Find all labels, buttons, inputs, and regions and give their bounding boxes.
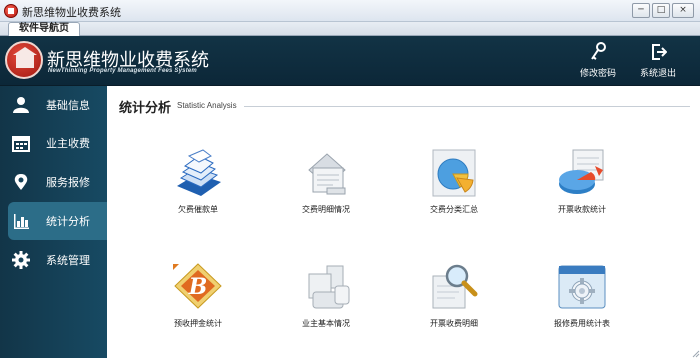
main-content: 统计分析 Statistic Analysis 欠费催款单 交费明细情况 交费分… bbox=[107, 86, 700, 358]
pie-chart-icon bbox=[432, 149, 476, 197]
function-label: 开票收费明细 bbox=[430, 319, 478, 328]
sidebar-item-label: 基础信息 bbox=[46, 99, 90, 112]
document-icon bbox=[308, 153, 346, 195]
function-deposit-stats[interactable]: B 预收押金统计 bbox=[143, 262, 253, 342]
gear-icon bbox=[12, 251, 30, 269]
calendar-icon bbox=[12, 136, 30, 152]
function-payment-category-summary[interactable]: 交费分类汇总 bbox=[399, 148, 509, 228]
exit-system-label: 系统退出 bbox=[639, 69, 676, 79]
owner-cards-icon bbox=[308, 265, 350, 309]
minimize-button[interactable]: ─ bbox=[632, 3, 650, 18]
sidebar-item-label: 服务报修 bbox=[46, 176, 90, 189]
section-divider bbox=[244, 106, 690, 107]
sidebar-item-label: 系统管理 bbox=[46, 254, 90, 267]
window-title: 新思维物业收费系统 bbox=[22, 6, 121, 19]
section-title: 统计分析 bbox=[119, 101, 172, 116]
function-label: 预收押金统计 bbox=[174, 319, 222, 328]
pie-chart-report-icon bbox=[559, 149, 604, 194]
window-titlebar: 新思维物业收费系统 ─ □ × bbox=[0, 0, 700, 22]
sidebar-item-label: 统计分析 bbox=[46, 215, 90, 228]
svg-text:B: B bbox=[188, 274, 208, 300]
maximize-button[interactable]: □ bbox=[652, 3, 670, 18]
sidebar-item-owner-fees[interactable]: 业主收费 bbox=[0, 124, 107, 162]
sidebar-item-system-management[interactable]: 系统管理 bbox=[0, 241, 107, 279]
sidebar-item-label: 业主收费 bbox=[46, 137, 90, 150]
function-label: 报修费用统计表 bbox=[554, 319, 610, 328]
tab-strip: 软件导航页 bbox=[0, 22, 700, 36]
brand-subtitle: NewThinking Property Management Fees Sys… bbox=[48, 68, 197, 74]
function-label: 业主基本情况 bbox=[302, 319, 350, 328]
sidebar-item-service-repair[interactable]: 服务报修 bbox=[0, 163, 107, 201]
section-subtitle: Statistic Analysis bbox=[177, 101, 237, 110]
function-invoice-collection-stats[interactable]: 开票收款统计 bbox=[527, 148, 637, 228]
function-arrears-notice[interactable]: 欠费催款单 bbox=[143, 148, 253, 228]
key-icon bbox=[591, 42, 606, 60]
change-password-button[interactable]: 修改密码 bbox=[574, 42, 622, 80]
app-icon bbox=[4, 4, 18, 18]
user-icon bbox=[13, 97, 29, 113]
change-password-label: 修改密码 bbox=[579, 69, 616, 79]
bar-chart-icon bbox=[14, 214, 29, 229]
resize-grip-icon[interactable] bbox=[690, 348, 700, 358]
function-label: 交费明细情况 bbox=[302, 205, 350, 214]
sidebar-item-statistics[interactable]: 统计分析 bbox=[8, 202, 107, 240]
gear-panel-icon bbox=[558, 265, 606, 309]
function-repair-cost-report[interactable]: 报修费用统计表 bbox=[527, 262, 637, 342]
function-label: 欠费催款单 bbox=[178, 205, 218, 214]
function-invoice-fee-details[interactable]: 开票收费明细 bbox=[399, 262, 509, 342]
tab-navigation-page[interactable]: 软件导航页 bbox=[8, 22, 80, 36]
function-label: 开票收款统计 bbox=[558, 205, 606, 214]
close-button[interactable]: × bbox=[672, 3, 694, 18]
exit-icon bbox=[652, 44, 667, 60]
function-owner-basic-info[interactable]: 业主基本情况 bbox=[271, 262, 381, 342]
brand-logo bbox=[5, 41, 43, 79]
letter-b-icon: B bbox=[173, 263, 222, 309]
function-payment-details[interactable]: 交费明细情况 bbox=[271, 148, 381, 228]
app-header: 新思维物业收费系统 NewThinking Property Managemen… bbox=[0, 36, 700, 86]
magnifier-document-icon bbox=[432, 264, 478, 309]
sidebar: 基础信息 业主收费 服务报修 统计分析 系统管理 bbox=[0, 86, 107, 358]
exit-system-button[interactable]: 系统退出 bbox=[634, 42, 682, 80]
function-label: 交费分类汇总 bbox=[430, 205, 478, 214]
map-pin-icon bbox=[14, 174, 28, 190]
sidebar-item-basic-info[interactable]: 基础信息 bbox=[0, 86, 107, 124]
stacked-documents-icon bbox=[177, 149, 221, 196]
